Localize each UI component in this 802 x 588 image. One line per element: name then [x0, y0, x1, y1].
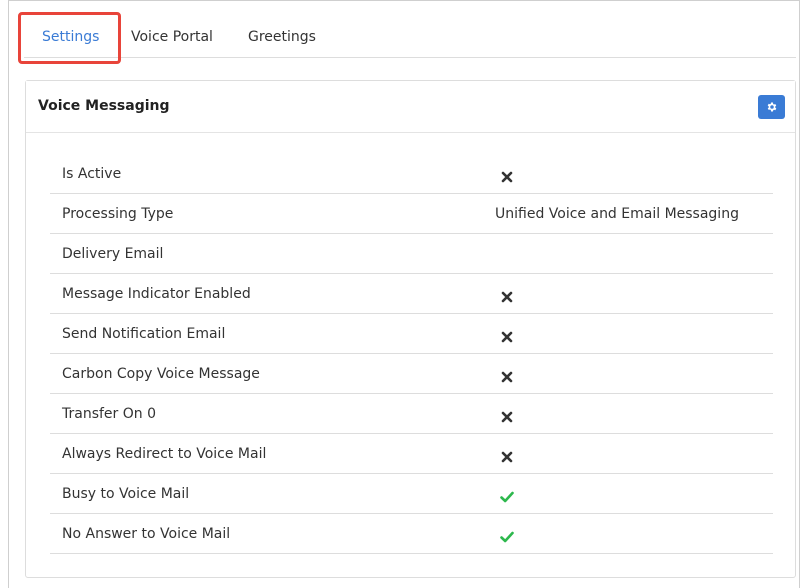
check-icon	[500, 528, 514, 543]
setting-row: Is Active	[50, 154, 773, 194]
tab-settings[interactable]: Settings	[42, 17, 99, 57]
cross-icon	[501, 288, 513, 303]
voice-messaging-panel: Voice Messaging Is Active Processing Type…	[25, 80, 796, 578]
check-icon	[500, 488, 514, 503]
setting-row: Carbon Copy Voice Message	[50, 354, 773, 394]
setting-label: Busy to Voice Mail	[62, 486, 190, 502]
panel-title: Voice Messaging	[38, 98, 170, 114]
setting-label: Carbon Copy Voice Message	[62, 366, 260, 382]
setting-row: Processing Type Unified Voice and Email M…	[50, 194, 773, 234]
settings-button[interactable]	[758, 95, 785, 119]
setting-value: Unified Voice and Email Messaging	[495, 206, 739, 222]
setting-label: Processing Type	[62, 206, 174, 222]
setting-label: Send Notification Email	[62, 326, 226, 342]
setting-row: Message Indicator Enabled	[50, 274, 773, 314]
setting-row: Busy to Voice Mail	[50, 474, 773, 514]
setting-row: Send Notification Email	[50, 314, 773, 354]
cross-icon	[501, 168, 513, 183]
tab-bar: Settings Voice Portal Greetings	[24, 17, 796, 58]
setting-label: No Answer to Voice Mail	[62, 526, 231, 542]
cross-icon	[501, 328, 513, 343]
panel-header: Voice Messaging	[26, 81, 795, 133]
tab-voice-portal[interactable]: Voice Portal	[131, 17, 213, 57]
setting-label: Always Redirect to Voice Mail	[62, 446, 267, 462]
setting-row: No Answer to Voice Mail	[50, 514, 773, 554]
settings-list: Is Active Processing Type Unified Voice an…	[50, 154, 773, 554]
cross-icon	[501, 368, 513, 383]
setting-row: Transfer On 0	[50, 394, 773, 434]
setting-row: Always Redirect to Voice Mail	[50, 434, 773, 474]
setting-label: Transfer On 0	[62, 406, 156, 422]
tab-greetings[interactable]: Greetings	[248, 17, 316, 57]
cross-icon	[501, 408, 513, 423]
gear-icon	[767, 102, 776, 112]
setting-label: Delivery Email	[62, 246, 164, 262]
setting-label: Message Indicator Enabled	[62, 286, 251, 302]
setting-label: Is Active	[62, 166, 122, 182]
cross-icon	[501, 448, 513, 463]
setting-row: Delivery Email	[50, 234, 773, 274]
